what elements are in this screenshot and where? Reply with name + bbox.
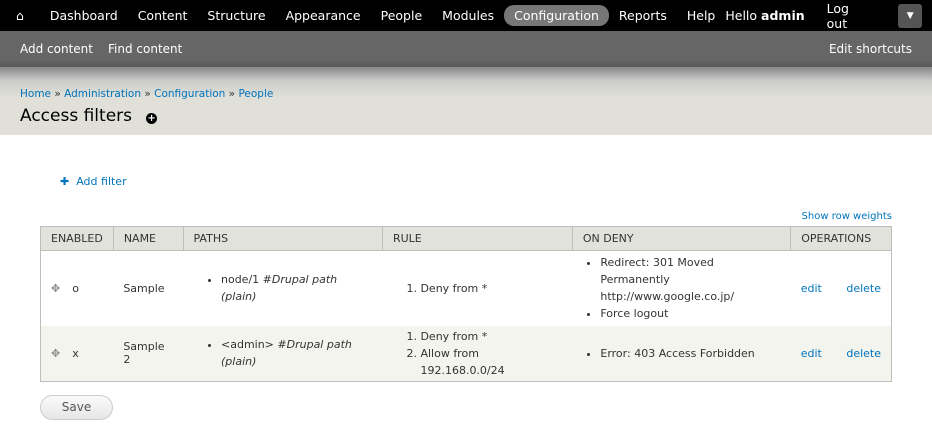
breadcrumb: Home » Administration » Configuration » … [20,88,274,100]
add-content-link[interactable]: Add content [20,42,93,56]
col-paths: PATHS [183,226,383,251]
menu-content[interactable]: Content [128,5,198,26]
menu-modules[interactable]: Modules [432,5,504,26]
table-row: ✥x Sample 2 <admin> #Drupal path (plain)… [40,325,892,382]
delete-link[interactable]: delete [846,347,881,360]
enabled-value: o [72,281,79,295]
page-title: Access filters [20,106,133,126]
filter-name: Sample 2 [123,340,165,367]
col-enabled: ENABLED [40,226,114,251]
breadcrumb-administration[interactable]: Administration [64,88,141,100]
edit-shortcuts-link[interactable]: Edit shortcuts [829,42,912,56]
deny-action: Error: 403 Access Forbidden [600,345,780,362]
col-on-deny: ON DENY [572,226,792,251]
menu-people[interactable]: People [371,5,433,26]
rule: Deny from * [420,328,562,345]
breadcrumb-people[interactable]: People [238,88,273,100]
filter-name: Sample [123,281,165,295]
menu-help[interactable]: Help [677,5,726,26]
col-rule: RULE [382,226,573,251]
save-button[interactable]: Save [40,395,113,420]
find-content-link[interactable]: Find content [108,42,182,56]
path: node/1 [221,273,260,287]
add-shortcut-icon[interactable]: + [146,112,158,124]
enabled-value: x [72,346,79,360]
hello-text: Hello [725,8,758,23]
edit-link[interactable]: edit [801,282,822,295]
drag-handle-icon[interactable]: ✥ [51,347,60,360]
filters-table: ENABLED NAME PATHS RULE ON DENY OPERATIO… [40,226,892,382]
shortcuts-toggle-icon[interactable]: ▼ [898,3,922,28]
menu-reports[interactable]: Reports [609,5,677,26]
deny-action: Redirect: 301 Moved Permanently http://w… [600,254,780,305]
edit-link[interactable]: edit [801,347,822,360]
breadcrumb-home[interactable]: Home [20,88,51,100]
show-row-weights-link[interactable]: Show row weights [802,211,892,222]
col-operations: OPERATIONS [790,226,892,251]
menu-structure[interactable]: Structure [197,5,275,26]
rule: Deny from * [420,280,562,297]
path: <admin> [221,338,274,352]
logout-link[interactable]: Log out [817,0,883,34]
deny-action: Force logout [600,305,780,322]
rule: Allow from 192.168.0.0/24 [420,345,562,379]
col-name: NAME [113,226,184,251]
drag-handle-icon[interactable]: ✥ [51,282,60,295]
home-icon[interactable]: ⌂ [0,5,40,26]
shortcuts-bar: Add content Find content Edit shortcuts [0,31,932,67]
username[interactable]: admin [761,8,805,23]
menu-appearance[interactable]: Appearance [276,5,371,26]
add-filter-label: Add filter [76,175,127,188]
breadcrumb-configuration[interactable]: Configuration [154,88,225,100]
menu-dashboard[interactable]: Dashboard [40,5,128,26]
add-filter-link[interactable]: ✚ Add filter [60,175,127,188]
menu-configuration[interactable]: Configuration [504,5,609,26]
plus-icon: ✚ [60,175,70,188]
admin-toolbar: ⌂ Dashboard Content Structure Appearance… [0,0,932,31]
delete-link[interactable]: delete [846,282,881,295]
table-row: ✥o Sample node/1 #Drupal path (plain) De… [40,250,892,326]
